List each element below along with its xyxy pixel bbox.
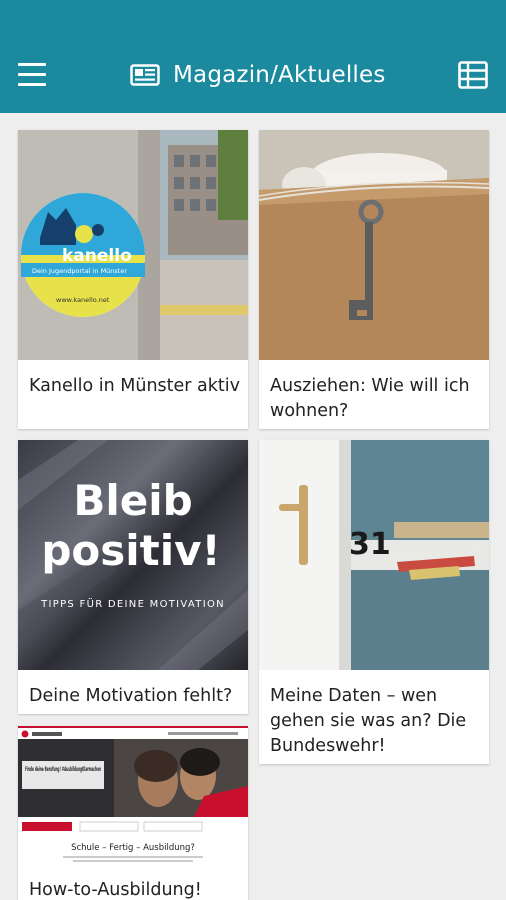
article-title: Deine Motivation fehlt? (29, 686, 233, 706)
grid-view-icon[interactable] (458, 61, 488, 89)
app-title-group: Magazin/Aktuelles (130, 58, 386, 92)
app-bar: Magazin/Aktuelles (0, 0, 506, 113)
article-title: Kanello in Münster aktiv (29, 376, 240, 396)
ausbildung-section-title: Schule – Fertig – Ausbildung? (71, 843, 195, 853)
door-number: 31 (349, 527, 391, 562)
motivation-subline: TIPPS FÜR DEINE MOTIVATION (40, 597, 225, 610)
kanello-logo-text: kanello (62, 246, 132, 266)
article-card-ausziehen[interactable]: Ausziehen: Wie will ich wohnen? (259, 130, 489, 429)
article-card-kanello[interactable]: kanello Dein Jugendportal in Münster www… (18, 130, 248, 429)
motivation-headline-1: Bleib (73, 476, 192, 525)
article-title: Meine Daten – wen gehen sie was an? Die … (270, 686, 467, 756)
article-card-daten[interactable]: 31 Meine Daten – wen gehen sie was an? D… (259, 440, 489, 764)
kanello-url: www.kanello.net (56, 296, 110, 304)
page-title: Magazin/Aktuelles (173, 62, 386, 88)
article-image-ausziehen (259, 130, 489, 360)
article-image-ausbildung: Finde deine Berufung! #AusbildungKlarmac… (18, 726, 248, 866)
newspaper-icon (130, 64, 160, 86)
article-title: How-to-Ausbildung! (29, 880, 202, 900)
article-image-kanello: kanello Dein Jugendportal in Münster www… (18, 130, 248, 360)
hamburger-menu-icon[interactable] (18, 63, 46, 87)
ausbildung-headline: Finde deine Berufung! #AusbildungKlarmac… (25, 766, 101, 773)
kanello-tagline: Dein Jugendportal in Münster (32, 267, 127, 275)
article-title: Ausziehen: Wie will ich wohnen? (270, 376, 470, 421)
article-image-daten: 31 (259, 440, 489, 670)
article-card-motivation[interactable]: Bleib positiv! TIPPS FÜR DEINE MOTIVATIO… (18, 440, 248, 714)
motivation-headline-2: positiv! (41, 526, 220, 575)
article-image-motivation: Bleib positiv! TIPPS FÜR DEINE MOTIVATIO… (18, 440, 248, 670)
article-card-ausbildung[interactable]: Finde deine Berufung! #AusbildungKlarmac… (18, 726, 248, 900)
